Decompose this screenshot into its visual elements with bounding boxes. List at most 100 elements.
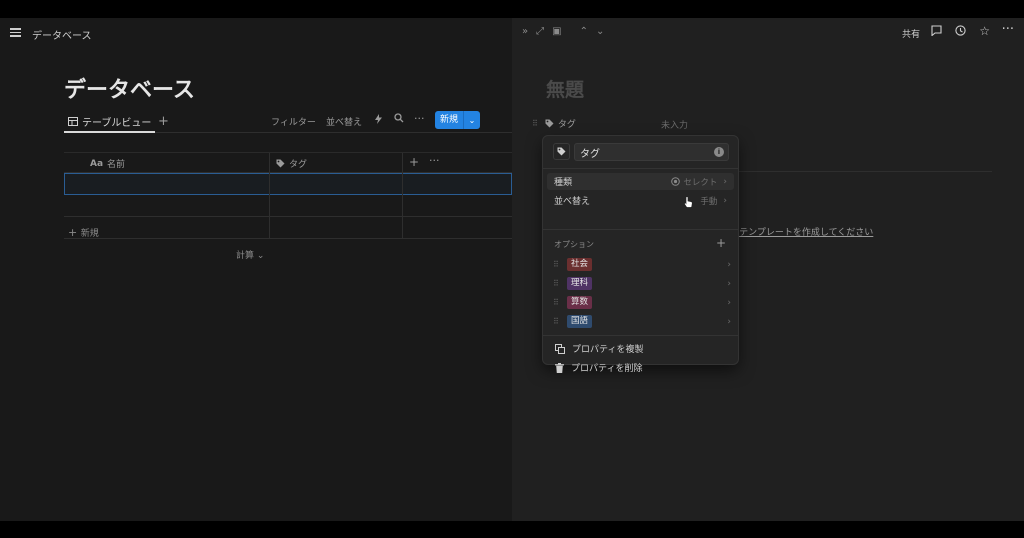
column-label: 名前 — [107, 160, 126, 170]
column-divider — [269, 173, 270, 239]
page-title[interactable]: データベース — [64, 72, 195, 104]
options-section-label: オプション — [554, 240, 594, 249]
divider — [543, 229, 738, 230]
property-sort-row[interactable]: 並べ替え 手動 › — [547, 192, 734, 209]
option-chip: 理科 — [567, 277, 593, 290]
tag-icon — [276, 159, 285, 168]
hand-cursor-icon — [684, 196, 693, 208]
option-chip: 社会 — [567, 258, 593, 271]
add-view-icon[interactable]: + — [158, 114, 169, 129]
duplicate-icon — [555, 343, 565, 354]
property-value[interactable]: 未入力 — [661, 118, 688, 131]
new-row-label: 新規 — [80, 229, 99, 239]
column-label: タグ — [289, 160, 308, 170]
calc-label: 計算 — [236, 251, 255, 261]
trash-icon — [555, 362, 564, 373]
column-name-header[interactable]: Aa 名前 — [90, 157, 126, 171]
hamburger-icon[interactable] — [10, 26, 21, 39]
option-chip: 国語 — [567, 315, 593, 328]
duplicate-property-button[interactable]: プロパティを複製 — [555, 342, 643, 355]
tab-table-view[interactable]: テーブルビュー — [64, 111, 156, 133]
chevron-up-icon[interactable]: ⌃ — [580, 26, 588, 37]
lightning-icon[interactable] — [375, 114, 382, 127]
column-divider — [402, 153, 403, 174]
chevron-down-icon[interactable]: ⌄ — [464, 116, 480, 125]
delete-label: プロパティを削除 — [571, 364, 643, 374]
breadcrumb-title[interactable]: データベース — [32, 27, 92, 42]
page-title-input[interactable]: 無題 — [546, 75, 584, 102]
table-row[interactable] — [64, 217, 512, 239]
calculate-button[interactable]: 計算 ⌄ — [236, 248, 264, 261]
type-value-label: セレクト — [683, 177, 718, 188]
property-name-input[interactable] — [574, 143, 729, 161]
chevron-right-icon: › — [727, 316, 731, 327]
more-icon[interactable]: ··· — [1002, 22, 1014, 37]
add-option-icon[interactable]: + — [716, 236, 726, 250]
select-type-icon — [671, 177, 681, 186]
new-button-label: 新規 — [435, 111, 464, 129]
option-row[interactable]: ⠿ 算数 › — [553, 294, 733, 311]
property-icon-picker[interactable] — [553, 143, 570, 160]
table-row[interactable] — [64, 195, 512, 217]
text-type-icon: Aa — [90, 158, 104, 169]
divider — [736, 171, 992, 172]
chevron-right-icon: › — [727, 259, 731, 270]
column-divider — [269, 153, 270, 174]
column-tag-header[interactable]: タグ — [276, 157, 307, 170]
plus-icon: + — [68, 226, 81, 239]
star-icon[interactable]: ☆ — [979, 24, 990, 38]
chevron-down-icon[interactable]: ⌄ — [596, 26, 604, 37]
search-icon[interactable] — [394, 113, 404, 126]
property-edit-menu: i 種類 セレクト › 並べ替え 手動 › オプション + ⠿ 社会 › ⠿ 理… — [543, 136, 738, 374]
database-pane: データベース データベース テーブルビュー + フィルター 並べ替え ··· 新… — [0, 18, 512, 521]
chevron-right-icon: › — [727, 278, 731, 289]
drag-handle-icon[interactable]: ⠿ — [553, 260, 567, 269]
tag-icon — [545, 119, 554, 128]
info-icon[interactable]: i — [714, 147, 724, 157]
option-row[interactable]: ⠿ 社会 › — [553, 256, 733, 273]
sort-label: 並べ替え — [554, 197, 591, 207]
side-peek-icon[interactable]: ▣ — [552, 26, 561, 37]
new-button[interactable]: 新規 ⌄ — [435, 111, 480, 129]
property-type-row[interactable]: 種類 セレクト › — [547, 173, 734, 190]
share-button[interactable]: 共有 — [902, 27, 920, 40]
create-template-link[interactable]: テンプレートを作成してください — [739, 228, 873, 238]
new-row-button[interactable]: + 新規 — [68, 226, 99, 239]
tag-icon — [557, 147, 566, 156]
view-tabbar: テーブルビュー + フィルター 並べ替え ··· 新規 ⌄ — [64, 111, 512, 133]
table-row[interactable] — [64, 173, 512, 195]
chevron-right-icon: › — [723, 195, 727, 206]
property-label: タグ — [557, 120, 576, 130]
chevron-down-icon: ⌄ — [256, 251, 265, 261]
comment-icon[interactable] — [931, 25, 942, 39]
type-label: 種類 — [554, 178, 573, 188]
peek-controls: » ⤢ ▣ ⌃ ⌄ — [522, 26, 604, 37]
sort-value: 手動 — [700, 196, 718, 207]
more-icon[interactable]: ··· — [414, 112, 425, 125]
filter-button[interactable]: フィルター — [271, 115, 316, 128]
chevron-right-icon: › — [723, 176, 727, 187]
chevron-right-icon: › — [727, 297, 731, 308]
expand-icon[interactable]: ⤢ — [536, 26, 544, 37]
add-column-icon[interactable]: + — [409, 155, 419, 169]
option-row[interactable]: ⠿ 国語 › — [553, 313, 733, 330]
drag-handle-icon[interactable]: ⠿ — [553, 279, 567, 288]
close-peek-icon[interactable]: » — [522, 26, 528, 37]
divider — [543, 168, 738, 169]
type-value: セレクト — [671, 176, 717, 188]
template-hint: ア、テンプレートを作成してください — [722, 225, 873, 238]
option-row[interactable]: ⠿ 理科 › — [553, 275, 733, 292]
column-more-icon[interactable]: ··· — [429, 154, 440, 167]
drag-handle-icon[interactable]: ⠿ — [532, 119, 538, 128]
divider — [543, 335, 738, 336]
app-window: データベース データベース テーブルビュー + フィルター 並べ替え ··· 新… — [0, 18, 1024, 521]
history-icon[interactable] — [955, 25, 966, 39]
table-icon — [68, 116, 78, 126]
drag-handle-icon[interactable]: ⠿ — [553, 317, 567, 326]
sort-button[interactable]: 並べ替え — [326, 115, 362, 128]
table-header: Aa 名前 タグ + ··· — [64, 152, 512, 174]
property-tag-row[interactable]: ⠿ タグ — [532, 117, 576, 130]
delete-property-button[interactable]: プロパティを削除 — [555, 361, 642, 374]
duplicate-label: プロパティを複製 — [572, 345, 644, 355]
drag-handle-icon[interactable]: ⠿ — [553, 298, 567, 307]
